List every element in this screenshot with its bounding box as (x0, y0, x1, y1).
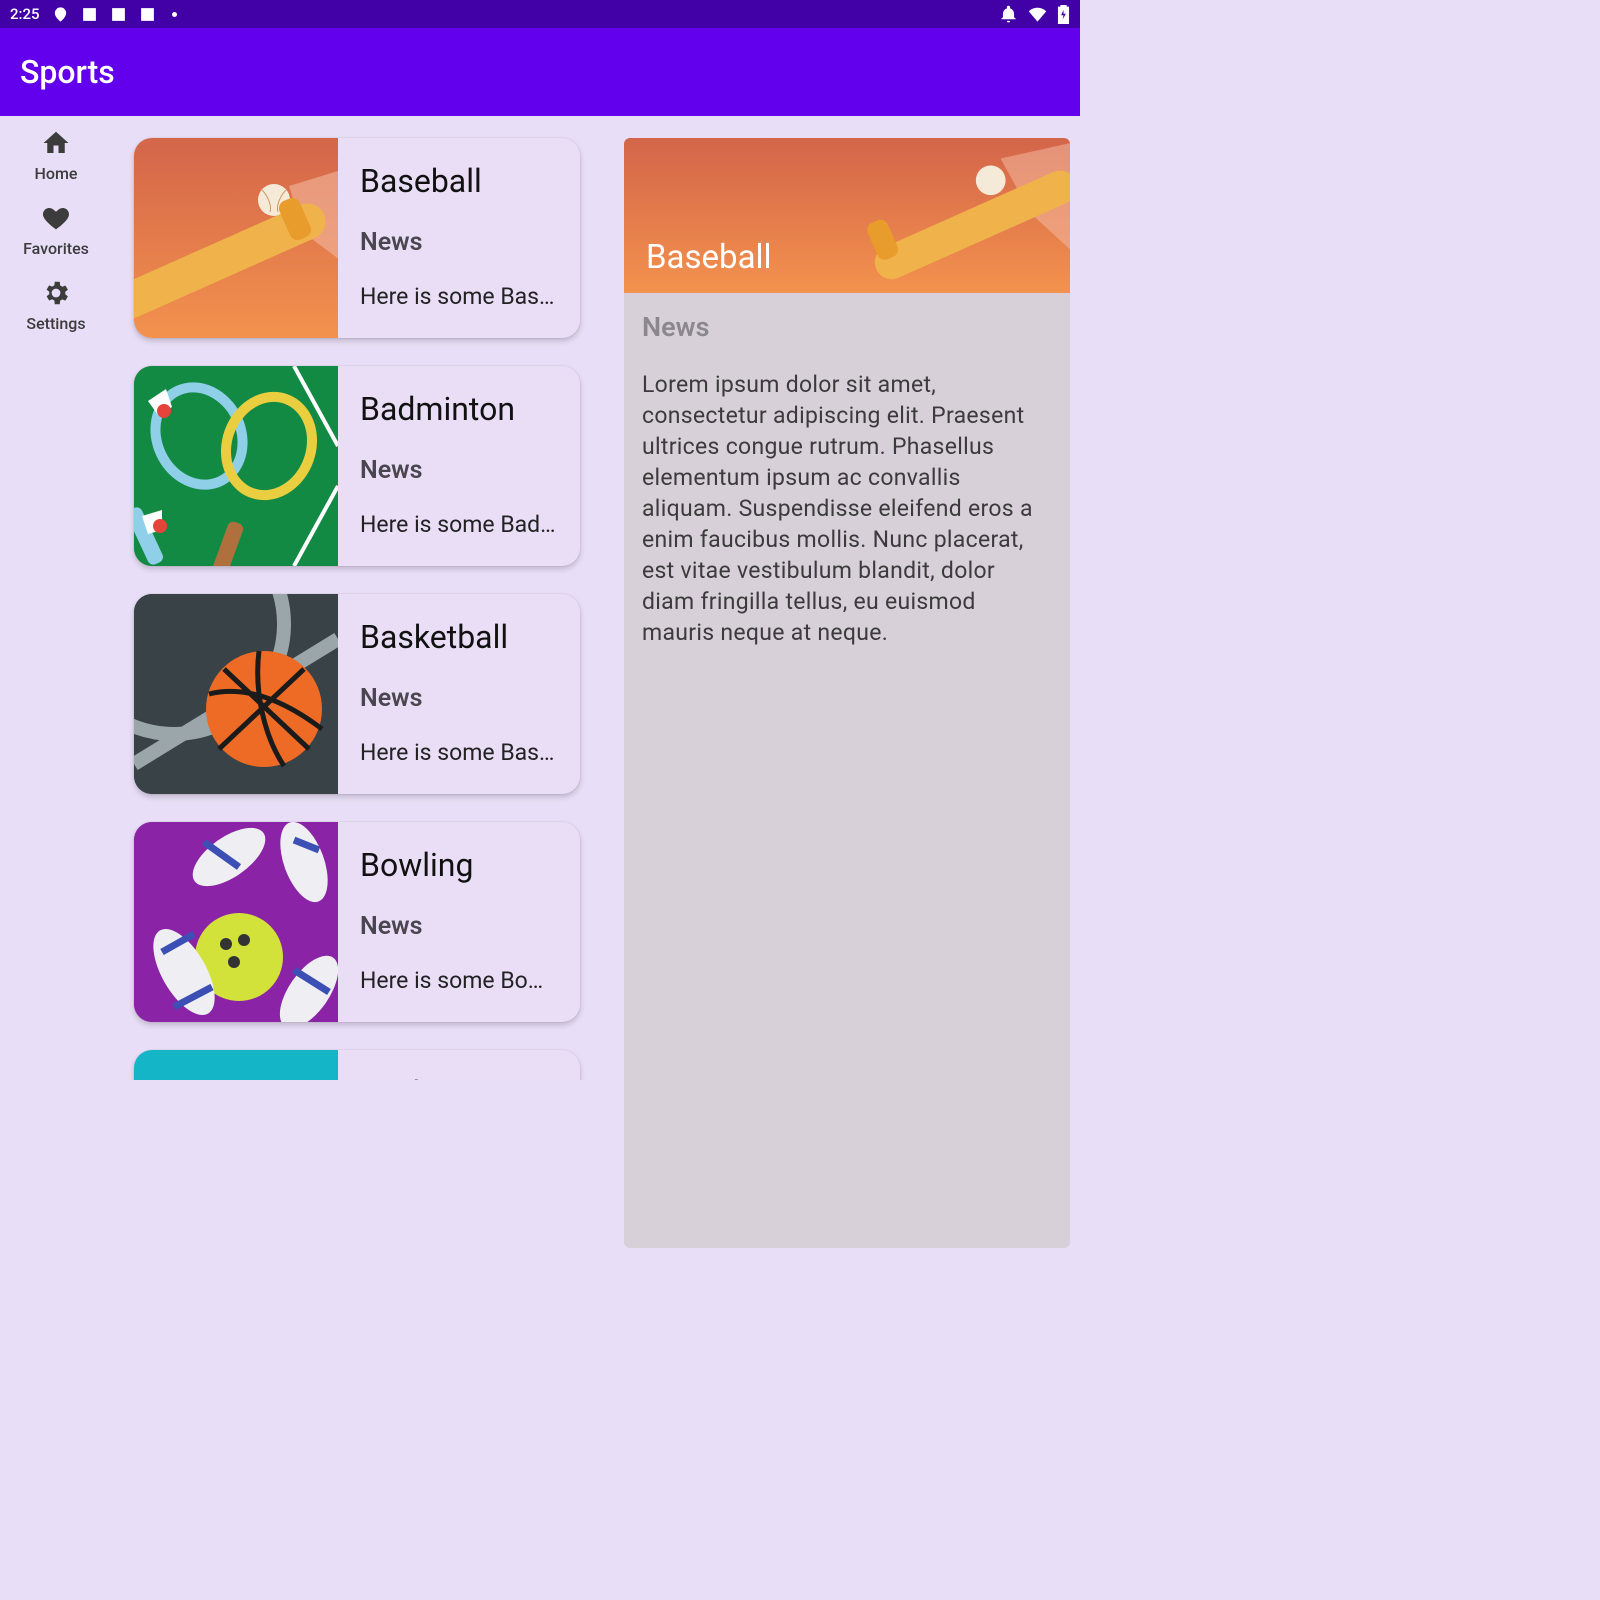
status-more-dot (172, 12, 177, 17)
detail-pane: Baseball News Lorem ipsum dolor sit amet… (602, 116, 1080, 1080)
nav-item-home[interactable]: Home (0, 116, 112, 191)
list-item-preview: Here is some Baseball news (360, 283, 558, 310)
list-item-title: Badminton (360, 390, 558, 428)
list-item-title: Basketball (360, 618, 558, 656)
detail-subtitle: News (642, 311, 1052, 343)
badminton-art-icon (134, 366, 338, 566)
nav-item-settings[interactable]: Settings (0, 266, 112, 341)
list-item-preview: Here is some Bowling news (360, 967, 558, 994)
basketball-art-icon (134, 594, 338, 794)
detail-hero: Baseball (624, 138, 1070, 293)
page-title: Sports (20, 53, 115, 91)
status-panel-icon (81, 6, 98, 23)
nav-item-favorites[interactable]: Favorites (0, 191, 112, 266)
android-status-bar: 2:25 (0, 0, 1080, 28)
status-panel-icon (139, 6, 156, 23)
list-item-title: Bowling (360, 846, 558, 884)
status-time: 2:25 (10, 5, 40, 23)
nav-rail: Home Favorites Settings (0, 116, 112, 1080)
list-item-subtitle: News (360, 912, 558, 941)
sports-list[interactable]: Baseball News Here is some Baseball news (112, 116, 602, 1080)
list-item-subtitle: News (360, 456, 558, 485)
list-item[interactable]: Cycling News Here is some Cycling news (134, 1050, 580, 1080)
heart-icon (41, 203, 71, 233)
list-item-thumb (134, 366, 338, 566)
bowling-art-icon (134, 822, 338, 1022)
status-panel-icon (110, 6, 127, 23)
list-item-thumb (134, 1050, 338, 1080)
list-item[interactable]: Badminton News Here is some Badminton ne… (134, 366, 580, 566)
mute-notifications-icon (999, 5, 1018, 24)
battery-charging-icon (1057, 5, 1070, 24)
app-bar: Sports (0, 28, 1080, 116)
detail-title: Baseball (646, 238, 772, 277)
baseball-art-icon (134, 138, 338, 338)
list-item-title: Baseball (360, 162, 558, 200)
list-item-title: Cycling (360, 1074, 558, 1080)
gear-icon (41, 278, 71, 308)
wifi-icon (1028, 5, 1047, 24)
status-app-icon (52, 6, 69, 23)
list-item-thumb (134, 138, 338, 338)
list-item-thumb (134, 822, 338, 1022)
list-item-subtitle: News (360, 684, 558, 713)
nav-label: Settings (26, 314, 85, 333)
detail-body-text: Lorem ipsum dolor sit amet, consectetur … (642, 369, 1052, 648)
home-icon (41, 128, 71, 158)
nav-label: Favorites (23, 239, 89, 258)
list-item[interactable]: Bowling News Here is some Bowling news (134, 822, 580, 1022)
list-item-preview: Here is some Basketball news (360, 739, 558, 766)
list-item[interactable]: Baseball News Here is some Baseball news (134, 138, 580, 338)
list-item-subtitle: News (360, 228, 558, 257)
list-item-preview: Here is some Badminton news (360, 511, 558, 538)
list-item[interactable]: Basketball News Here is some Basketball … (134, 594, 580, 794)
nav-label: Home (35, 164, 78, 183)
list-item-thumb (134, 594, 338, 794)
